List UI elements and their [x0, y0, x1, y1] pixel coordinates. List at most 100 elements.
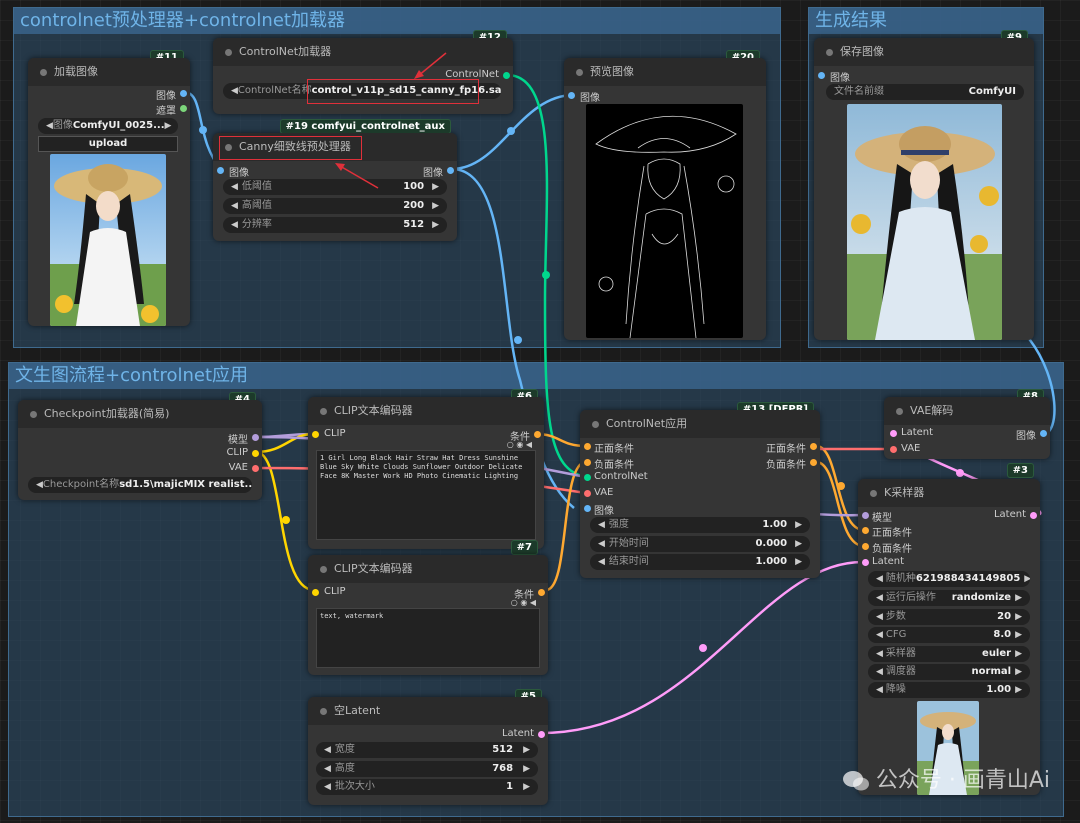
arrow-right-icon[interactable]: ▶ — [1015, 609, 1022, 625]
arrow-left-icon[interactable]: ◀ — [598, 554, 605, 570]
arrow-left-icon[interactable]: ◀ — [876, 571, 883, 587]
height-field[interactable]: ◀ 高度 768 ▶ — [316, 761, 538, 777]
output-mask-dot[interactable] — [180, 105, 187, 112]
output-clip-dot[interactable] — [252, 450, 259, 457]
arrow-right-icon[interactable]: ▶ — [795, 517, 802, 533]
toggle-icons[interactable]: ○ ◉ ◀ — [507, 440, 532, 449]
cfg-field[interactable]: ◀ CFG 8.0 ▶ — [868, 627, 1030, 643]
arrow-right-icon[interactable]: ▶ — [1015, 682, 1022, 698]
arrow-right-icon[interactable]: ▶ — [1015, 590, 1022, 606]
scheduler-select[interactable]: ◀ 调度器 normal ▶ — [868, 664, 1030, 680]
node-empty-latent[interactable]: #5 空Latent Latent ◀宽度512▶ ◀高度768▶ ◀批次大小1… — [308, 689, 548, 805]
input-image-dot[interactable] — [584, 505, 591, 512]
arrow-left-icon[interactable]: ◀ — [324, 761, 331, 777]
strength-field[interactable]: ◀ 强度 1.00 ▶ — [590, 517, 810, 533]
output-controlnet-dot[interactable] — [503, 72, 510, 79]
sampler-select[interactable]: ◀ 采样器 euler ▶ — [868, 646, 1030, 662]
arrow-right-icon[interactable]: ▶ — [795, 554, 802, 570]
arrow-right-icon[interactable]: ▶ — [432, 198, 439, 214]
input-vae-dot[interactable] — [584, 490, 591, 497]
arrow-left-icon[interactable]: ◀ — [598, 536, 605, 552]
input-image-dot[interactable] — [217, 167, 224, 174]
output-positive-dot[interactable] — [810, 443, 817, 450]
image-select[interactable]: ◀ 图像 ComfyUI_0025... ▶ — [38, 118, 178, 134]
arrow-left-icon[interactable]: ◀ — [231, 83, 238, 99]
arrow-right-icon[interactable]: ▶ — [165, 118, 172, 134]
arrow-left-icon[interactable]: ◀ — [324, 742, 331, 758]
output-latent-dot[interactable] — [1030, 512, 1037, 519]
toggle-icons[interactable]: ○ ◉ ◀ — [511, 598, 536, 607]
batch-size-field[interactable]: ◀ 批次大小 1 ▶ — [316, 779, 538, 795]
output-negative-dot[interactable] — [810, 459, 817, 466]
node-title[interactable]: ControlNet应用 — [580, 410, 820, 438]
node-title[interactable]: CLIP文本编码器 — [308, 397, 544, 425]
node-title[interactable]: 保存图像 — [814, 38, 1034, 66]
high-threshold-field[interactable]: ◀ 高阈值 200 ▶ — [223, 198, 447, 214]
node-save-image[interactable]: #9 保存图像 图像 文件名前缀ComfyUI — [814, 30, 1034, 340]
arrow-right-icon[interactable]: ▶ — [1015, 627, 1022, 643]
resolution-field[interactable]: ◀ 分辨率 512 ▶ — [223, 217, 447, 233]
input-controlnet-dot[interactable] — [584, 474, 591, 481]
input-latent-dot[interactable] — [862, 559, 869, 566]
width-field[interactable]: ◀ 宽度 512 ▶ — [316, 742, 538, 758]
output-image-dot[interactable] — [1040, 430, 1047, 437]
input-positive-dot[interactable] — [862, 527, 869, 534]
arrow-left-icon[interactable]: ◀ — [231, 217, 238, 233]
output-model-dot[interactable] — [252, 434, 259, 441]
arrow-left-icon[interactable]: ◀ — [324, 779, 331, 795]
arrow-left-icon[interactable]: ◀ — [46, 118, 53, 134]
seed-field[interactable]: ◀ 随机种 621988434149805 ▶ — [868, 571, 1030, 587]
arrow-right-icon[interactable]: ▶ — [432, 179, 439, 195]
arrow-right-icon[interactable]: ▶ — [795, 536, 802, 552]
arrow-left-icon[interactable]: ◀ — [231, 179, 238, 195]
input-clip-dot[interactable] — [312, 589, 319, 596]
arrow-left-icon[interactable]: ◀ — [876, 627, 883, 643]
negative-prompt-textarea[interactable]: text, watermark — [316, 608, 540, 668]
upload-button[interactable]: upload — [38, 136, 178, 152]
arrow-left-icon[interactable]: ◀ — [36, 477, 43, 493]
steps-field[interactable]: ◀ 步数 20 ▶ — [868, 609, 1030, 625]
node-title[interactable]: 预览图像 — [564, 58, 766, 86]
arrow-right-icon[interactable]: ▶ — [1015, 646, 1022, 662]
node-title[interactable]: VAE解码 — [884, 397, 1050, 425]
input-model-dot[interactable] — [862, 512, 869, 519]
output-conditioning-dot[interactable] — [538, 589, 545, 596]
prompt-textarea[interactable]: 1 Girl Long Black Hair Straw Hat Dress S… — [316, 450, 536, 540]
output-vae-dot[interactable] — [252, 465, 259, 472]
node-title[interactable]: 加载图像 — [28, 58, 190, 86]
denoise-field[interactable]: ◀ 降噪 1.00 ▶ — [868, 682, 1030, 698]
input-image-dot[interactable] — [568, 92, 575, 99]
input-positive-dot[interactable] — [584, 443, 591, 450]
input-negative-dot[interactable] — [584, 459, 591, 466]
arrow-right-icon[interactable]: ▶ — [432, 217, 439, 233]
input-vae-dot[interactable] — [890, 446, 897, 453]
arrow-left-icon[interactable]: ◀ — [598, 517, 605, 533]
node-ksampler[interactable]: #3 K采样器 模型 Latent 正面条件 负面条件 Latent ◀ 随机种 6… — [858, 463, 1040, 795]
control-after-generate-select[interactable]: ◀ 运行后操作 randomize ▶ — [868, 590, 1030, 606]
node-controlnet-apply[interactable]: #13 [DEPR] ControlNet应用 正面条件 负面条件 Contro… — [580, 402, 820, 578]
output-image-dot[interactable] — [447, 167, 454, 174]
checkpoint-name-select[interactable]: ◀ Checkpoint名称 sd1.5\majicMIX realist...… — [28, 477, 252, 493]
input-latent-dot[interactable] — [890, 430, 897, 437]
arrow-right-icon[interactable]: ▶ — [1024, 571, 1030, 587]
arrow-left-icon[interactable]: ◀ — [876, 609, 883, 625]
arrow-right-icon[interactable]: ▶ — [523, 761, 530, 777]
input-clip-dot[interactable] — [312, 431, 319, 438]
node-preview-image[interactable]: #20 预览图像 图像 — [564, 50, 766, 340]
node-clip-text-negative[interactable]: CLIP文本编码器 CLIP 条件 ○ ◉ ◀ text, watermark — [308, 555, 548, 675]
arrow-left-icon[interactable]: ◀ — [876, 682, 883, 698]
arrow-right-icon[interactable]: ▶ — [523, 779, 530, 795]
output-image-dot[interactable] — [180, 90, 187, 97]
input-negative-dot[interactable] — [862, 543, 869, 550]
start-percent-field[interactable]: ◀ 开始时间 0.000 ▶ — [590, 536, 810, 552]
arrow-left-icon[interactable]: ◀ — [876, 590, 883, 606]
arrow-left-icon[interactable]: ◀ — [231, 198, 238, 214]
output-conditioning-dot[interactable] — [534, 431, 541, 438]
filename-prefix-field[interactable]: 文件名前缀 ComfyUI — [826, 84, 1024, 100]
node-title[interactable]: Checkpoint加载器(简易) — [18, 400, 262, 428]
node-title[interactable]: CLIP文本编码器 — [308, 555, 548, 583]
arrow-left-icon[interactable]: ◀ — [876, 646, 883, 662]
node-title[interactable]: 空Latent — [308, 697, 548, 725]
input-image-dot[interactable] — [818, 72, 825, 79]
node-vae-decode[interactable]: #8 VAE解码 Latent VAE 图像 — [884, 389, 1050, 459]
